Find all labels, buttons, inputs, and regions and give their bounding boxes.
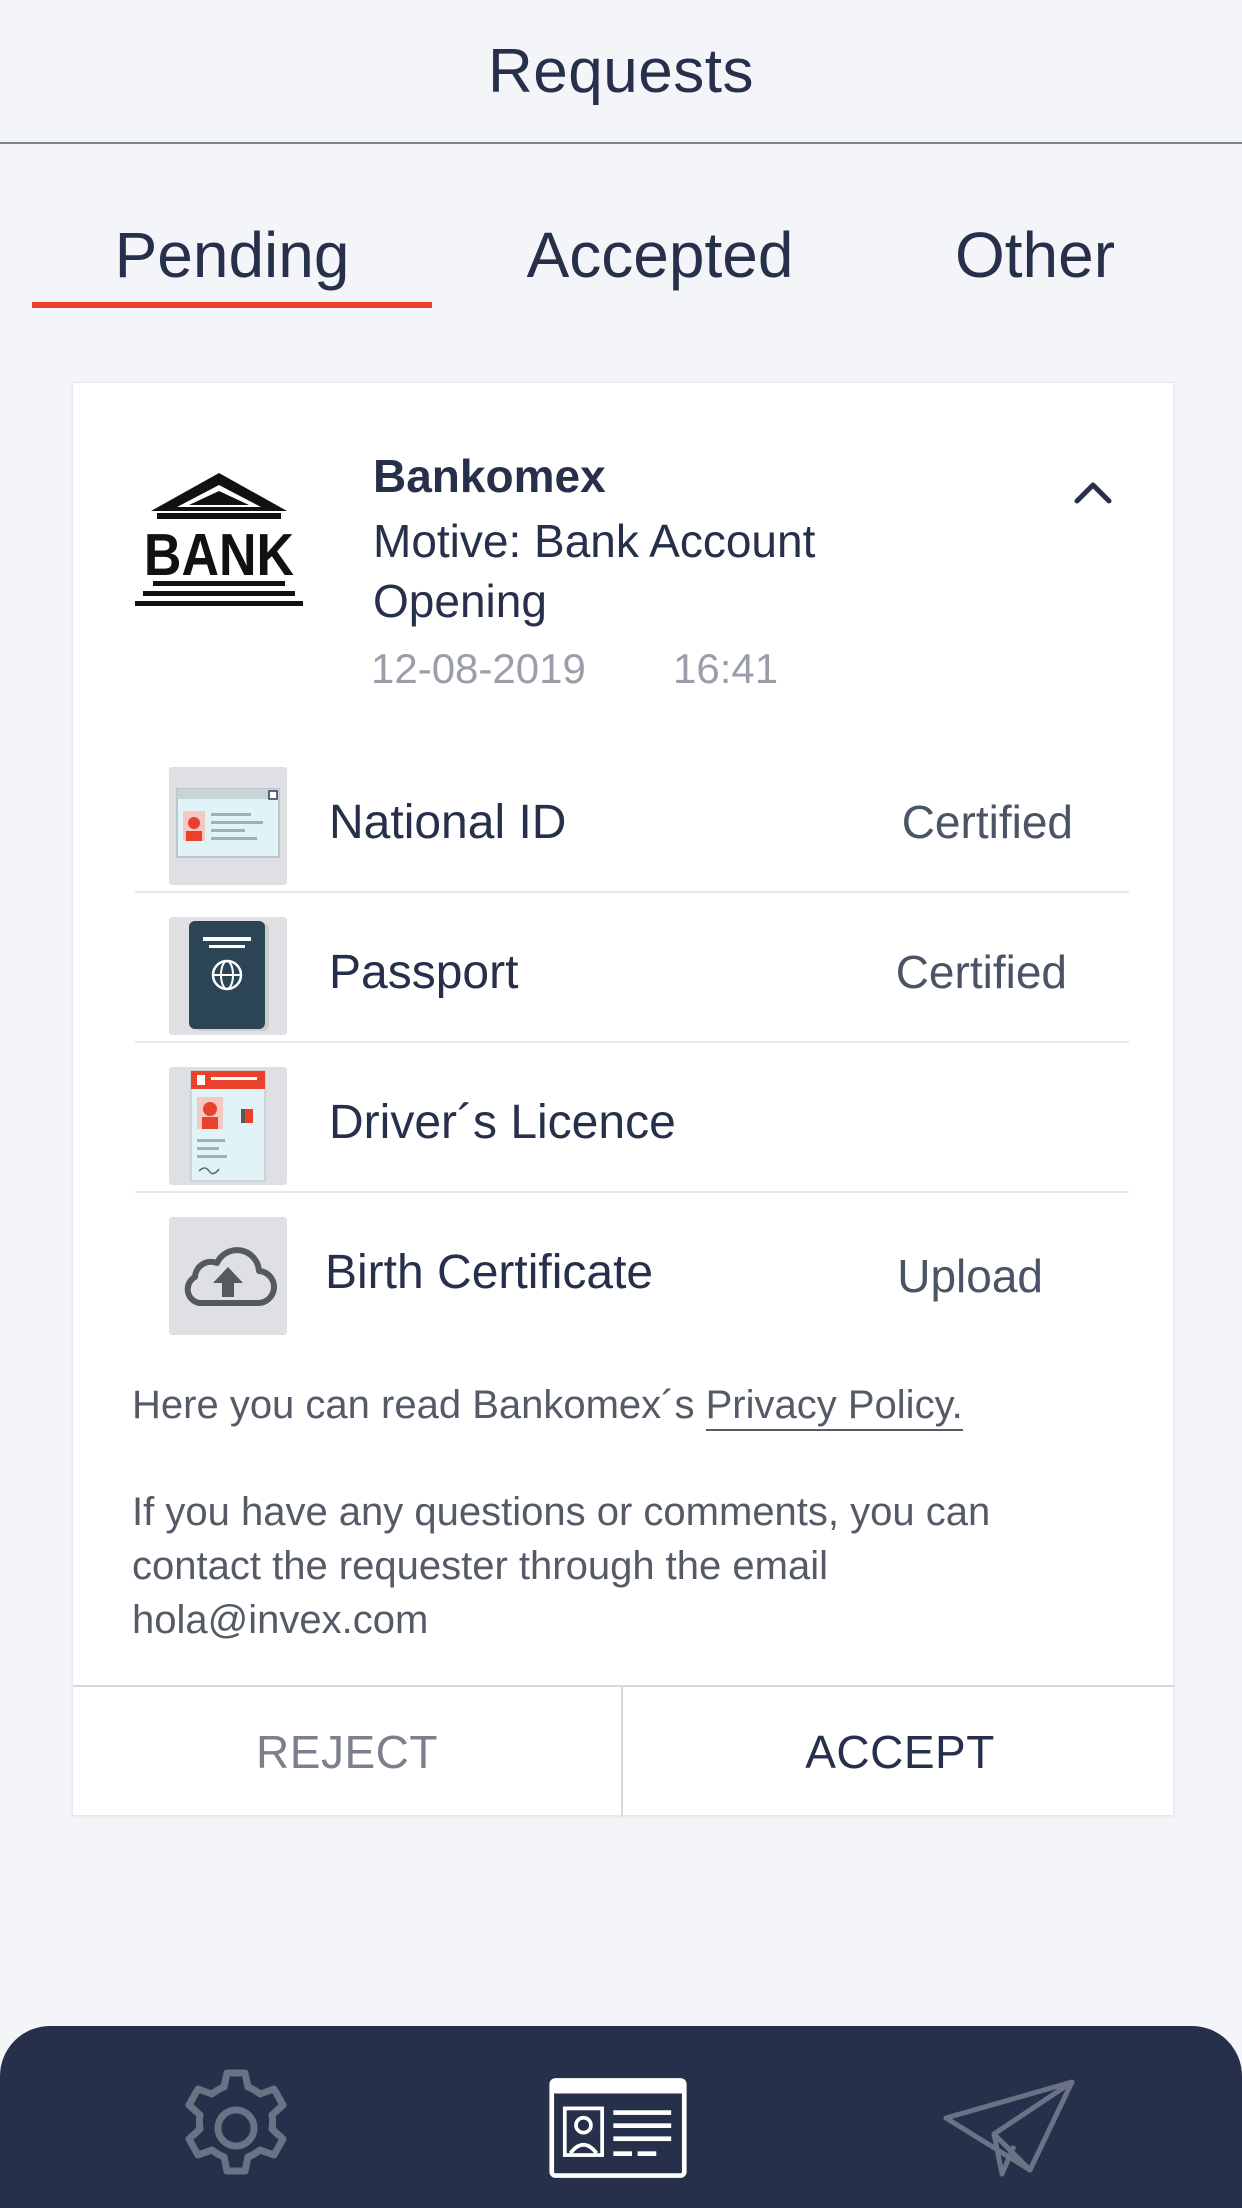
document-name: Birth Certificate — [325, 1246, 654, 1299]
tab-other[interactable]: Other — [900, 210, 1170, 300]
request-card: BANK Bankomex Motive: Bank Account Openi… — [72, 382, 1175, 1817]
app-header: Requests — [0, 0, 1242, 144]
document-name: Driver´s Licence — [329, 1096, 676, 1149]
accept-button[interactable]: ACCEPT — [625, 1687, 1175, 1817]
contact-notice: If you have any questions or comments, y… — [132, 1490, 991, 1642]
id-card-icon — [549, 2078, 687, 2178]
gear-icon — [185, 2069, 287, 2175]
document-status: Certified — [901, 796, 1073, 848]
national-id-icon — [169, 767, 287, 885]
nav-settings[interactable] — [166, 2058, 306, 2198]
document-status: Certified — [895, 946, 1067, 998]
tab-accepted[interactable]: Accepted — [480, 210, 840, 300]
drivers-licence-icon — [169, 1067, 287, 1185]
nav-send[interactable] — [940, 2058, 1080, 2198]
request-time: 16:41 — [673, 645, 779, 692]
bank-logo: BANK — [135, 473, 303, 606]
document-name: Passport — [329, 946, 519, 999]
bank-logo-text: BANK — [144, 520, 294, 587]
request-tabs: Pending Accepted Other — [0, 210, 1242, 310]
document-row-national-id[interactable]: National ID Certified — [135, 743, 1129, 893]
cloud-upload-icon — [169, 1217, 287, 1335]
chevron-up-icon[interactable] — [1063, 467, 1123, 517]
document-row-drivers-licence[interactable]: Driver´s Licence — [135, 1043, 1129, 1193]
tab-pending[interactable]: Pending — [32, 210, 432, 300]
active-tab-indicator — [32, 302, 432, 308]
page-title: Requests — [488, 36, 754, 106]
requester-name: Bankomex — [373, 450, 606, 502]
reject-button[interactable]: REJECT — [73, 1687, 623, 1817]
privacy-notice: Here you can read Bankomex´s Privacy Pol… — [132, 1383, 963, 1431]
nav-requests[interactable] — [548, 2058, 688, 2198]
request-actions: REJECT ACCEPT — [73, 1685, 1175, 1817]
privacy-policy-link[interactable]: Privacy Policy. — [705, 1383, 963, 1431]
document-row-birth-certificate[interactable]: Birth Certificate Upload — [135, 1193, 1129, 1343]
passport-icon — [169, 917, 287, 1035]
document-row-passport[interactable]: Passport Certified — [135, 893, 1129, 1043]
document-name: National ID — [329, 796, 567, 849]
request-date: 12-08-2019 — [371, 645, 586, 692]
privacy-text: Here you can read Bankomex´s — [132, 1383, 706, 1427]
bottom-navigation — [0, 2026, 1242, 2208]
upload-button[interactable]: Upload — [897, 1249, 1043, 1303]
paper-plane-icon — [943, 2079, 1075, 2177]
request-motive: Motive: Bank Account Opening — [373, 515, 816, 627]
